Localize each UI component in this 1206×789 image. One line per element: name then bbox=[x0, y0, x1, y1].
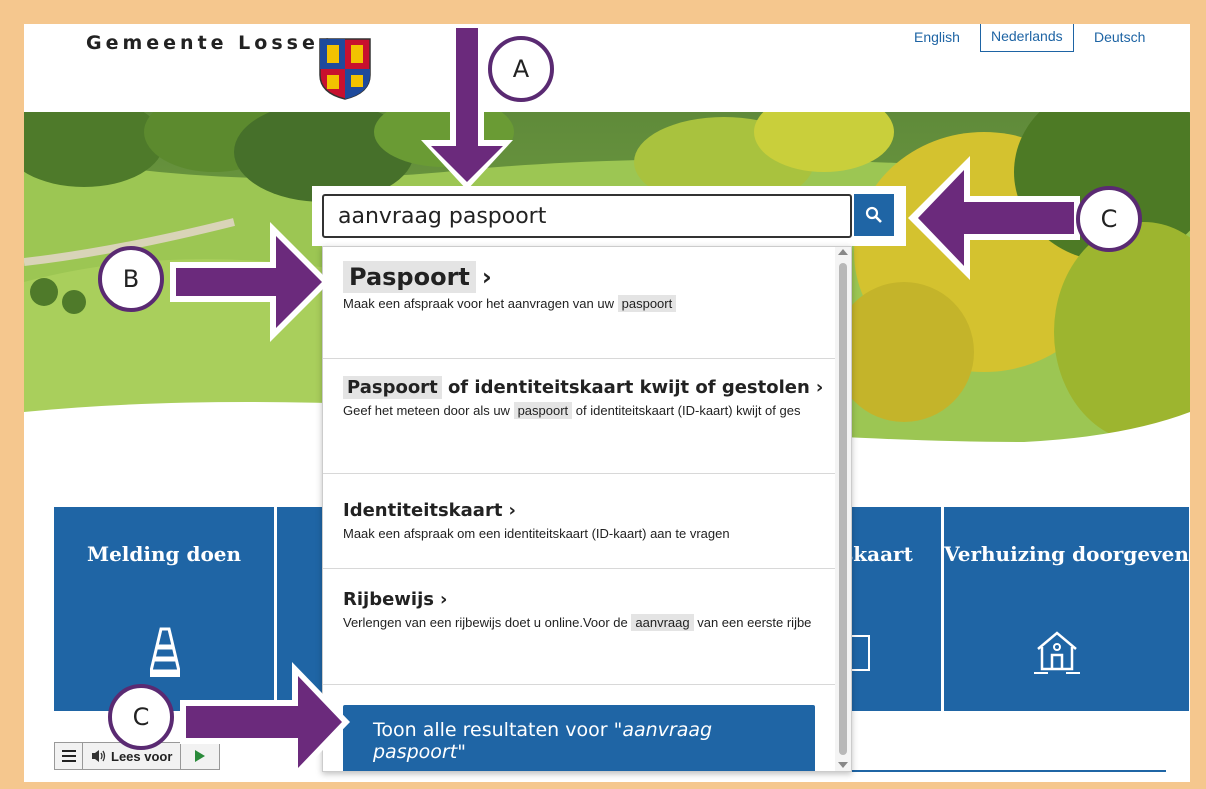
search-button[interactable] bbox=[854, 194, 894, 236]
scroll-thumb[interactable] bbox=[839, 263, 847, 755]
result-desc-text: Maak een afspraak om een identiteitskaar… bbox=[343, 526, 730, 541]
traffic-cone-icon bbox=[150, 627, 180, 677]
hamburger-menu-icon bbox=[61, 750, 76, 762]
result-desc-text: of identiteitskaart (ID-kaart) kwijt of … bbox=[575, 403, 801, 418]
result-title-text: of identiteitskaart kwijt of gestolen bbox=[441, 377, 810, 398]
result-desc-text: Geef het meteen door als uw bbox=[343, 403, 510, 418]
result-desc-highlight: aanvraag bbox=[631, 614, 694, 631]
result-description: Maak een afspraak om een identiteitskaar… bbox=[343, 521, 835, 547]
tile-title: Verhuizing doorgeven bbox=[944, 542, 1189, 566]
language-german-link[interactable]: Deutsch bbox=[1084, 25, 1155, 49]
language-dutch-link[interactable]: Nederlands bbox=[980, 24, 1074, 52]
annotation-label-a: A bbox=[488, 36, 554, 102]
result-description: Verlengen van een rijbewijs doet u onlin… bbox=[343, 610, 835, 636]
result-description: Geef het meteen door als uw paspoort of … bbox=[343, 398, 835, 424]
read-aloud-label: Lees voor bbox=[111, 748, 173, 764]
search-icon bbox=[865, 206, 882, 223]
result-title-highlight: Paspoort bbox=[343, 376, 442, 399]
result-desc-text: Maak een afspraak voor het aanvragen van… bbox=[343, 296, 615, 311]
result-description: Maak een afspraak voor het aanvragen van… bbox=[343, 291, 835, 317]
result-desc-highlight: paspoort bbox=[513, 402, 573, 419]
tile-verhuizing-doorgeven[interactable]: Verhuizing doorgeven bbox=[944, 507, 1189, 711]
readspeaker-menu-button[interactable] bbox=[55, 743, 83, 769]
annotation-label-c: C bbox=[1076, 186, 1142, 252]
result-desc-text: van een eerste rijbe bbox=[697, 615, 812, 630]
scroll-up-icon[interactable] bbox=[838, 249, 848, 255]
search-suggestions-dropdown: Paspoort › Maak een afspraak voor het aan… bbox=[322, 246, 852, 772]
show-all-results-button[interactable]: Toon alle resultaten voor "aanvraag pasp… bbox=[343, 705, 815, 771]
site-brand[interactable]: Gemeente Losser bbox=[86, 32, 332, 54]
search-panel bbox=[312, 186, 906, 246]
search-input[interactable] bbox=[322, 194, 852, 238]
annotation-label-b: B bbox=[98, 246, 164, 312]
result-title[interactable]: Rijbewijs › bbox=[343, 589, 835, 610]
result-title[interactable]: Identiteitskaart › bbox=[343, 500, 835, 521]
house-icon bbox=[1034, 631, 1080, 674]
result-title[interactable]: Paspoort › bbox=[343, 261, 835, 293]
result-title-text: Rijbewijs bbox=[343, 589, 434, 610]
play-icon bbox=[195, 750, 206, 762]
result-desc-highlight: paspoort bbox=[617, 295, 677, 312]
show-all-prefix: Toon alle resultaten voor " bbox=[373, 719, 623, 741]
tile-title: Melding doen bbox=[86, 542, 242, 566]
scroll-down-icon[interactable] bbox=[838, 762, 848, 768]
search-result-paspoort[interactable]: Paspoort › Maak een afspraak voor het aan… bbox=[323, 247, 835, 359]
play-button[interactable] bbox=[181, 743, 219, 769]
chevron-right-icon: › bbox=[508, 500, 516, 521]
municipal-crest-logo[interactable] bbox=[318, 37, 372, 101]
chevron-right-icon: › bbox=[439, 589, 448, 610]
search-result-rijbewijs[interactable]: Rijbewijs › Verlengen van een rijbewijs d… bbox=[323, 569, 835, 685]
show-all-suffix: " bbox=[457, 741, 466, 763]
result-title-text: Identiteitskaart bbox=[343, 500, 503, 521]
chevron-right-icon: › bbox=[815, 377, 824, 398]
tile-melding-doen[interactable]: Melding doen bbox=[54, 507, 274, 711]
annotation-label-c: C bbox=[108, 684, 174, 750]
dropdown-scrollbar[interactable] bbox=[835, 247, 851, 771]
website-page: Gemeente Losser English Nederlands Deuts… bbox=[24, 24, 1190, 782]
tile-2[interactable] bbox=[277, 507, 325, 711]
chevron-right-icon: › bbox=[481, 263, 492, 291]
speaker-icon bbox=[92, 750, 106, 762]
search-result-identiteitskaart[interactable]: Identiteitskaart › Maak een afspraak om e… bbox=[323, 474, 835, 569]
result-desc-text: Verlengen van een rijbewijs doet u onlin… bbox=[343, 615, 628, 630]
language-english-link[interactable]: English bbox=[904, 25, 970, 49]
search-result-paspoort-kwijt[interactable]: Paspoort of identiteitskaart kwijt of ge… bbox=[323, 359, 835, 474]
result-title-highlight: Paspoort bbox=[343, 261, 476, 293]
result-title[interactable]: Paspoort of identiteitskaart kwijt of ge… bbox=[343, 376, 835, 399]
